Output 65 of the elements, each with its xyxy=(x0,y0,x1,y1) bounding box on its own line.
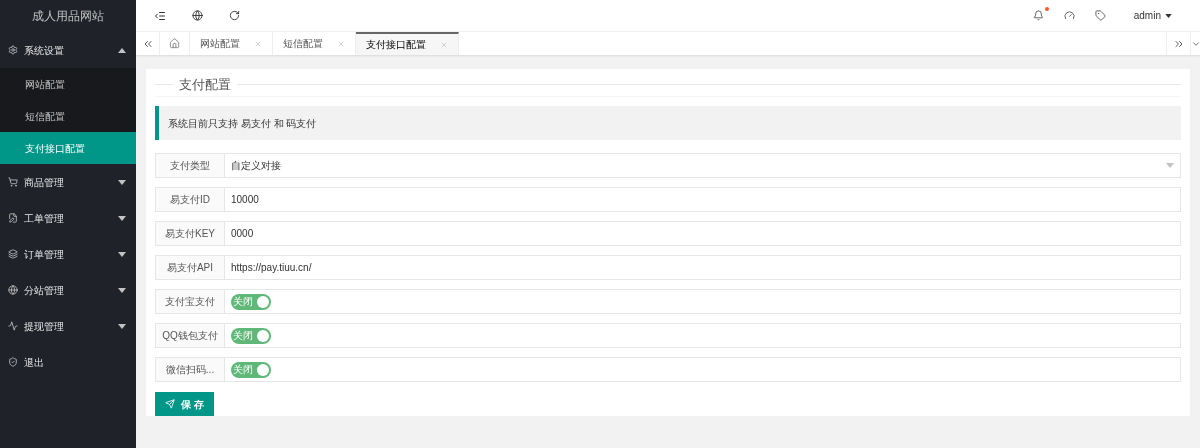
sidebar-item[interactable]: 分站管理 xyxy=(0,272,136,308)
sidebar-subitem[interactable]: 支付接口配置 xyxy=(0,132,136,164)
caret-icon xyxy=(118,215,126,221)
dropdown-button[interactable] xyxy=(1190,32,1200,55)
note-icon xyxy=(8,213,18,223)
refresh-icon[interactable] xyxy=(229,10,240,22)
caret-icon xyxy=(118,179,126,185)
notification-icon[interactable] xyxy=(1032,10,1044,22)
close-icon[interactable] xyxy=(254,39,262,48)
sidebar-item[interactable]: 商品管理 xyxy=(0,164,136,200)
send-icon xyxy=(165,399,176,409)
tab[interactable]: 网站配置 xyxy=(190,32,273,55)
caret-icon xyxy=(118,251,126,257)
caret-icon xyxy=(1166,163,1174,168)
sidebar-item[interactable]: 订单管理 xyxy=(0,236,136,272)
sidebar-item[interactable]: 系统设置 xyxy=(0,32,136,68)
sidebar-item-label: 退出 xyxy=(24,355,44,370)
field-label: 易支付API xyxy=(155,255,225,280)
sidebar-subitem[interactable]: 网站配置 xyxy=(0,68,136,100)
globe-icon xyxy=(8,285,18,295)
sidebar-item[interactable]: 退出 xyxy=(0,344,136,380)
layers-icon xyxy=(8,249,18,259)
sidebar-item[interactable]: 工单管理 xyxy=(0,200,136,236)
form-legend: 支付配置 xyxy=(179,74,231,95)
globe-icon[interactable] xyxy=(192,10,203,22)
field-label: 易支付KEY xyxy=(155,221,225,246)
caret-icon xyxy=(118,47,126,53)
sidebar-item-label: 工单管理 xyxy=(24,211,64,226)
notice-text: 系统目前只支持 易支付 和 码支付 xyxy=(168,116,317,131)
tab[interactable]: 支付接口配置 xyxy=(356,32,459,55)
sidebar-item-label: 订单管理 xyxy=(24,247,64,262)
close-icon[interactable] xyxy=(440,40,448,49)
close-icon[interactable] xyxy=(337,39,345,48)
field-label: 支付宝支付 xyxy=(155,289,225,314)
save-button[interactable]: 保 存 xyxy=(155,392,214,416)
sidebar-item-label: 分站管理 xyxy=(24,283,64,298)
sidebar-item-label: 提现管理 xyxy=(24,319,64,334)
tag-icon[interactable] xyxy=(1094,10,1106,22)
select-field[interactable]: 自定义对接 xyxy=(225,153,1181,178)
input-field[interactable]: 0000 xyxy=(225,221,1181,246)
field-label: 微信扫码... xyxy=(155,357,225,382)
tab-label: 网站配置 xyxy=(200,37,240,52)
caret-icon xyxy=(1165,13,1172,18)
tab-label: 支付接口配置 xyxy=(366,38,426,53)
sidebar-subitem[interactable]: 短信配置 xyxy=(0,100,136,132)
gear-icon xyxy=(8,45,18,55)
sidebar-item-label: 系统设置 xyxy=(24,43,64,58)
sidebar-item-label: 商品管理 xyxy=(24,175,64,190)
dashboard-icon[interactable] xyxy=(1063,10,1075,22)
input-field[interactable]: https://pay.tiuu.cn/ xyxy=(225,255,1181,280)
tab-label: 短信配置 xyxy=(283,37,323,52)
home-icon xyxy=(169,38,180,50)
caret-icon xyxy=(118,323,126,329)
shield-icon xyxy=(8,357,18,367)
input-field[interactable]: 10000 xyxy=(225,187,1181,212)
field-label: QQ钱包支付 xyxy=(155,323,225,348)
pulse-icon xyxy=(8,321,18,331)
field-label: 支付类型 xyxy=(155,153,225,178)
user-menu[interactable]: admin xyxy=(1133,8,1172,24)
site-logo: 成人用品网站 xyxy=(32,8,104,25)
field-label: 易支付ID xyxy=(155,187,225,212)
cart-icon xyxy=(8,177,18,187)
menu-icon[interactable] xyxy=(154,9,166,22)
sidebar-item[interactable]: 提现管理 xyxy=(0,308,136,344)
caret-icon xyxy=(118,287,126,293)
